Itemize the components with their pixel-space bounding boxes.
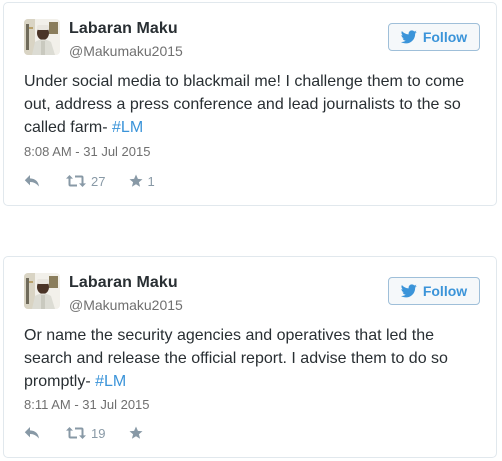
reply-button[interactable] — [24, 426, 44, 440]
tweet-card: Labaran Maku @Makumaku2015 Follow Or nam… — [3, 256, 497, 458]
tweet-body: Or name the security agencies and operat… — [24, 327, 448, 390]
favorite-button[interactable]: 1 — [129, 173, 155, 189]
tweet-text: Under social media to blackmail me! I ch… — [24, 70, 480, 139]
profile-photo-icon — [24, 273, 60, 309]
avatar[interactable] — [24, 19, 60, 55]
favorite-button[interactable] — [129, 426, 147, 440]
retweet-count: 27 — [91, 173, 106, 189]
reply-icon — [24, 175, 39, 187]
follow-button[interactable]: Follow — [388, 277, 480, 305]
tweet-text: Or name the security agencies and operat… — [24, 324, 480, 393]
reply-icon — [24, 427, 39, 439]
author-handle[interactable]: @Makumaku2015 — [69, 43, 183, 59]
retweet-button[interactable]: 27 — [66, 174, 105, 189]
reply-button[interactable] — [24, 174, 44, 188]
author-name[interactable]: Labaran Maku — [69, 20, 178, 38]
star-icon — [129, 174, 143, 187]
timestamp[interactable]: 8:08 AM - 31 Jul 2015 — [24, 144, 150, 159]
retweet-icon — [66, 175, 86, 187]
bird-icon — [400, 30, 417, 44]
tweet-actions: 27 1 — [24, 172, 155, 190]
hashtag-link[interactable]: #LM — [95, 373, 126, 390]
bird-icon — [400, 284, 417, 298]
follow-label: Follow — [422, 29, 468, 45]
author-name[interactable]: Labaran Maku — [69, 274, 178, 292]
favorite-count: 1 — [147, 173, 155, 189]
author-handle[interactable]: @Makumaku2015 — [69, 297, 183, 313]
follow-label: Follow — [422, 283, 468, 299]
retweet-count: 19 — [91, 425, 106, 441]
tweet-card: Labaran Maku @Makumaku2015 Follow Under … — [3, 2, 497, 206]
profile-photo-icon — [24, 19, 60, 55]
retweet-button[interactable]: 19 — [66, 426, 105, 441]
tweet-body: Under social media to blackmail me! I ch… — [24, 73, 465, 136]
tweet-actions: 19 — [24, 424, 147, 442]
retweet-icon — [66, 427, 86, 439]
star-icon — [129, 426, 143, 439]
hashtag-link[interactable]: #LM — [112, 119, 143, 136]
timestamp[interactable]: 8:11 AM - 31 Jul 2015 — [24, 397, 150, 412]
follow-button[interactable]: Follow — [388, 23, 480, 51]
avatar[interactable] — [24, 273, 60, 309]
